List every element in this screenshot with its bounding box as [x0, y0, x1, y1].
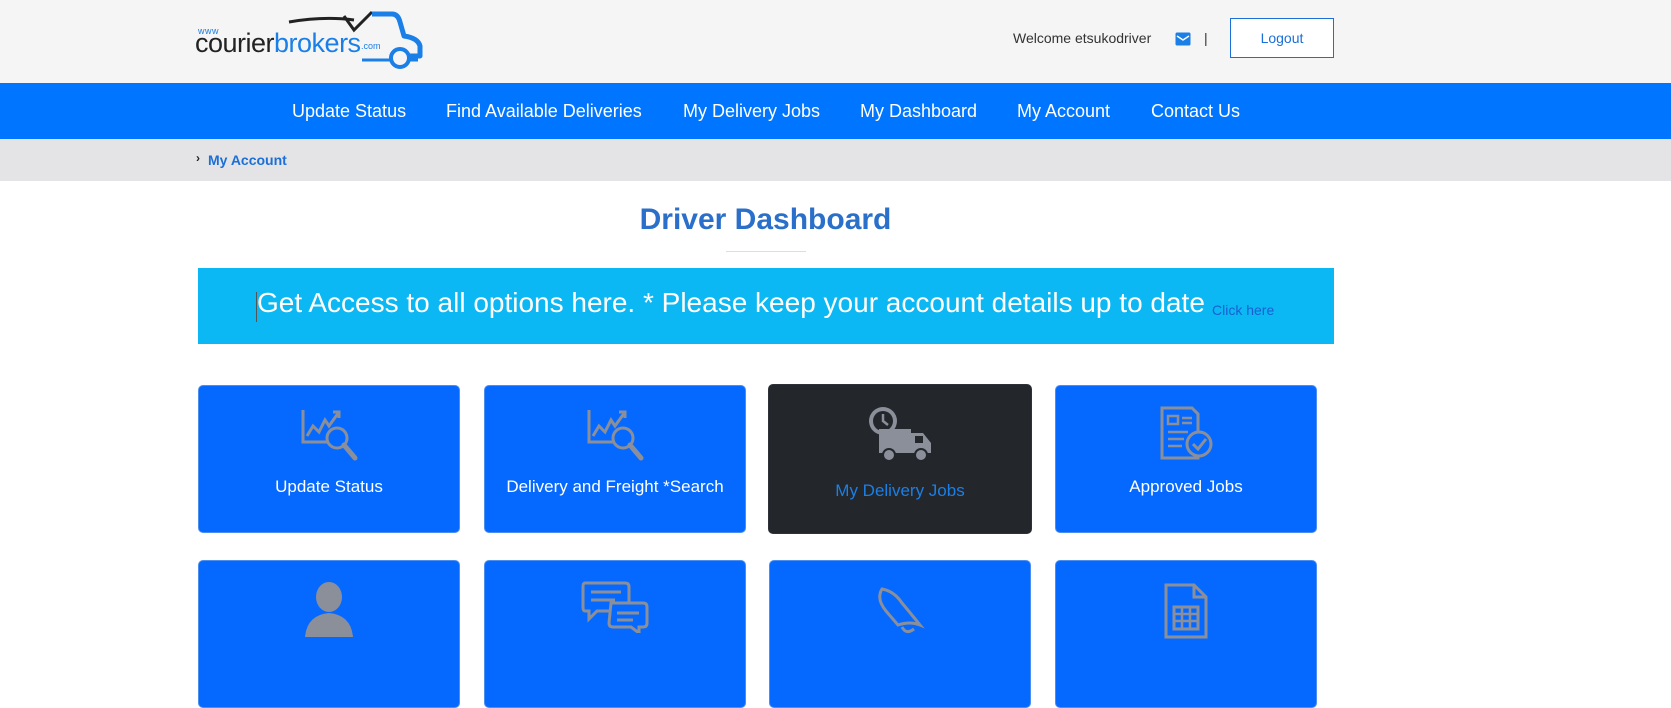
user-icon: [305, 582, 353, 637]
breadcrumb: › My Account: [0, 139, 1671, 181]
tile-label: Approved Jobs: [1129, 477, 1243, 496]
nav-my-dashboard[interactable]: My Dashboard: [860, 83, 977, 139]
banner-click-here-link[interactable]: Click here: [1212, 302, 1274, 318]
logo-brokers: brokers: [274, 28, 361, 58]
logout-button[interactable]: Logout: [1230, 18, 1334, 58]
main-nav: Update Status Find Available Deliveries …: [0, 83, 1671, 139]
tile-my-delivery-jobs[interactable]: My Delivery Jobs: [768, 384, 1032, 534]
nav-my-delivery-jobs[interactable]: My Delivery Jobs: [683, 83, 820, 139]
header: www courierbrokers .com Welcome etsukodr…: [0, 0, 1671, 83]
chart-search-icon: [587, 410, 644, 461]
breadcrumb-my-account[interactable]: My Account: [208, 152, 287, 168]
tile-label: My Delivery Jobs: [835, 481, 965, 500]
header-separator: |: [1204, 30, 1208, 46]
tile-delivery-and-freight-search[interactable]: Delivery and Freight *Search: [484, 385, 746, 533]
tile-update-status[interactable]: Update Status: [198, 385, 460, 533]
tile-label: Delivery and Freight *Search: [506, 477, 724, 496]
nav-my-account[interactable]: My Account: [1017, 83, 1110, 139]
tile-notifications[interactable]: [769, 560, 1031, 708]
title-divider: [726, 251, 806, 252]
chat-bubbles-icon: [581, 581, 649, 633]
delivery-truck-clock-icon: [869, 407, 931, 462]
tile-messages[interactable]: [484, 560, 746, 708]
tile-reports[interactable]: [1055, 560, 1317, 708]
spreadsheet-icon: [1164, 583, 1208, 639]
breadcrumb-chevron-icon: ›: [196, 151, 200, 165]
nav-find-available-deliveries[interactable]: Find Available Deliveries: [446, 83, 642, 139]
tile-label: Update Status: [275, 477, 383, 496]
logo-com: .com: [361, 41, 381, 51]
logo-wordmark: courierbrokers: [195, 28, 361, 58]
nav-update-status[interactable]: Update Status: [292, 83, 406, 139]
info-banner: Get Access to all options here. * Please…: [198, 268, 1334, 344]
mail-icon[interactable]: [1175, 32, 1191, 46]
courierbrokers-logo[interactable]: www courierbrokers .com: [194, 8, 424, 70]
bell-icon: [878, 587, 925, 634]
chart-search-icon: [301, 410, 358, 461]
document-check-icon: [1160, 406, 1213, 460]
nav-contact-us[interactable]: Contact Us: [1151, 83, 1240, 139]
tile-approved-jobs[interactable]: Approved Jobs: [1055, 385, 1317, 533]
page-title: Driver Dashboard: [639, 203, 892, 236]
welcome-text: Welcome etsukodriver: [1013, 30, 1152, 46]
tile-profile[interactable]: [198, 560, 460, 708]
banner-text: Get Access to all options here. * Please…: [257, 287, 1205, 318]
logo-courier: courier: [195, 28, 275, 58]
